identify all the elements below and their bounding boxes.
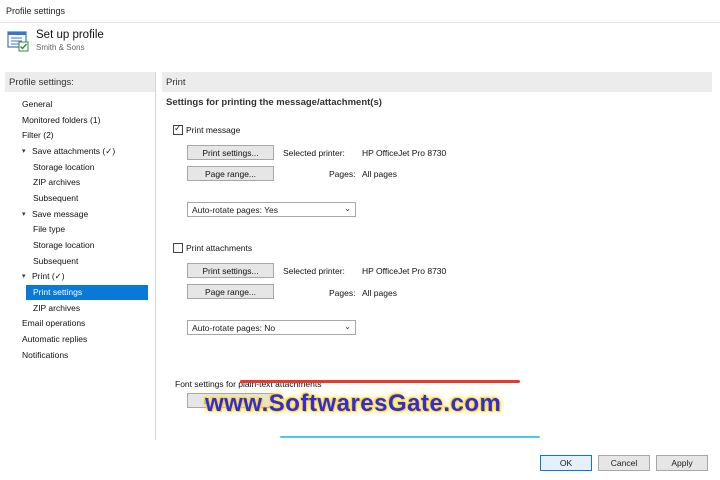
tree-item-general[interactable]: General [5,97,155,112]
print-attachments-checkbox[interactable] [173,243,183,253]
tree-item-automatic-replies[interactable]: Automatic replies [5,332,155,347]
watermark-decoration [280,436,540,438]
print-message-label: Print message [186,125,241,135]
tree-item-subsequent[interactable]: Subsequent [5,191,155,206]
print-attachments-label: Print attachments [186,243,253,253]
chevron-down-icon[interactable]: ▾ [22,207,26,222]
ok-button[interactable]: OK [540,455,592,471]
page-range-button[interactable]: Page range... [187,284,274,299]
print-settings-panel: Print Settings for printing the message/… [162,72,712,440]
print-settings-button[interactable]: Print settings... [187,145,274,160]
tree-item-filter[interactable]: Filter (2) [5,128,155,143]
chevron-down-icon[interactable]: ▾ [22,269,26,284]
chevron-down-icon: ⌄ [344,322,351,331]
autorotate-select[interactable]: Auto-rotate pages: Yes ⌄ [187,202,356,217]
printer-name: HP OfficeJet Pro 8730 [362,148,447,158]
page-title: Set up profile [36,29,104,41]
print-settings-button[interactable]: Print settings... [187,263,274,278]
section-subheading: Settings for printing the message/attach… [166,97,382,108]
chevron-down-icon[interactable]: ▾ [22,144,26,159]
section-heading: Print [162,72,712,92]
pages-value: All pages [362,288,397,298]
selected-printer-label: Selected printer: [283,148,345,158]
watermark-decoration [240,380,520,383]
tree-item-notifications[interactable]: Notifications [5,348,155,363]
tree-item-zip-archives[interactable]: ZIP archives [5,301,155,316]
settings-tree: Profile settings: General Monitored fold… [5,72,156,440]
watermark-text: www.SoftwaresGate.com [205,390,502,417]
tree-item-email-operations[interactable]: Email operations [5,316,155,331]
title-bar: Profile settings [0,0,720,23]
tree-item-subsequent[interactable]: Subsequent [5,254,155,269]
chevron-down-icon: ⌄ [344,204,351,213]
tree-item-storage-location[interactable]: Storage location [5,160,155,175]
print-message-checkbox[interactable] [173,123,183,135]
tree-item-storage-location[interactable]: Storage location [5,238,155,253]
tree-item-print[interactable]: ▾ Print (✓) [5,269,155,284]
pages-label: Pages: [329,288,356,298]
sidebar-heading: Profile settings: [5,72,155,92]
settings-document-icon [7,31,29,52]
profile-header: Set up profile Smith & Sons [0,22,720,60]
tree-item-file-type[interactable]: File type [5,222,155,237]
apply-button[interactable]: Apply [656,455,708,471]
pages-label: Pages: [329,169,356,179]
pages-value: All pages [362,169,397,179]
tree-item-save-message[interactable]: ▾ Save message [5,207,155,222]
window-title: Profile settings [6,6,66,16]
tree-item-monitored-folders[interactable]: Monitored folders (1) [5,113,155,128]
profile-subtitle: Smith & Sons [36,43,85,52]
selected-printer-label: Selected printer: [283,266,345,276]
printer-name: HP OfficeJet Pro 8730 [362,266,447,276]
autorotate-select[interactable]: Auto-rotate pages: No ⌄ [187,320,356,335]
cancel-button[interactable]: Cancel [598,455,650,471]
tree-item-zip-archives[interactable]: ZIP archives [5,175,155,190]
tree-item-print-settings[interactable]: Print settings [5,285,155,300]
tree-item-save-attachments[interactable]: ▾ Save attachments (✓) [5,144,155,159]
page-range-button[interactable]: Page range... [187,166,274,181]
